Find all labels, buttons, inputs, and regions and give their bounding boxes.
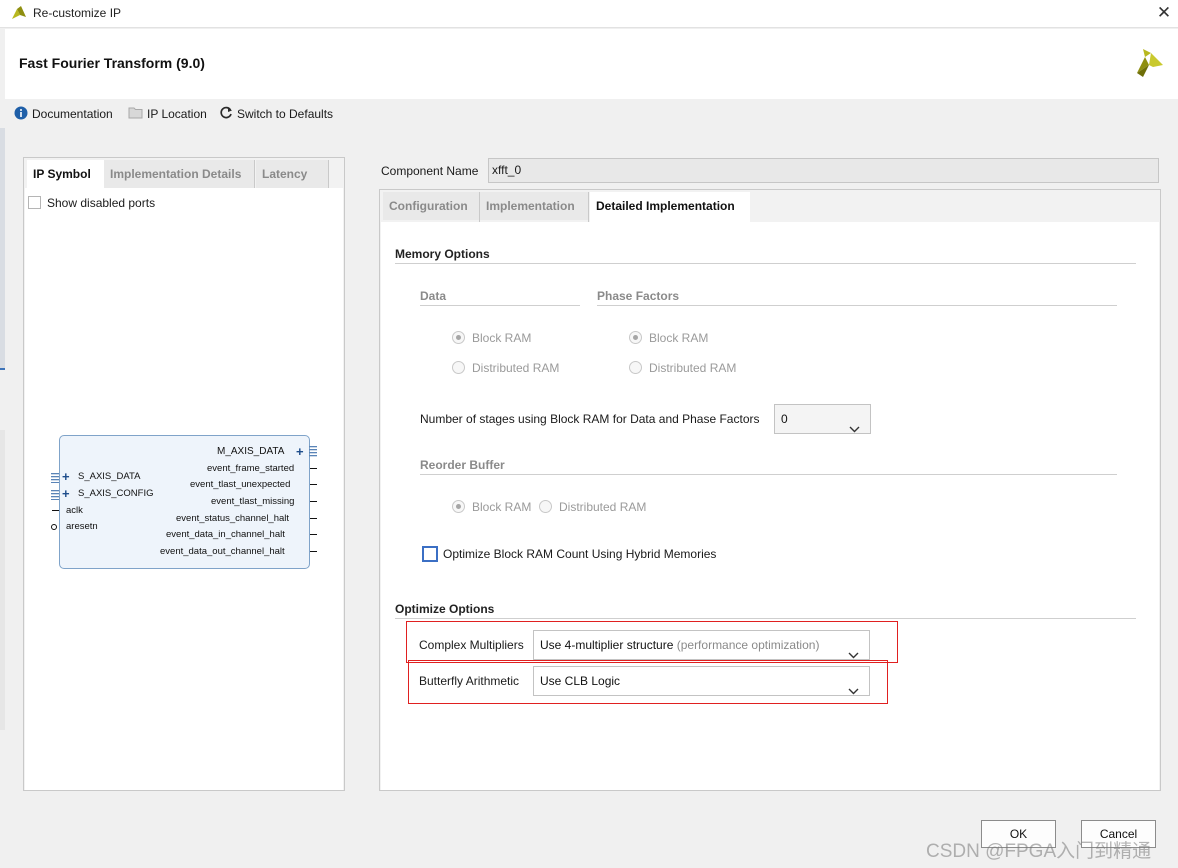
- background-window-edge: [0, 430, 5, 730]
- reorder-distributed-ram-radio[interactable]: [539, 500, 552, 513]
- port-pin: [310, 484, 317, 485]
- expand-icon[interactable]: +: [296, 445, 304, 458]
- refresh-icon: [219, 106, 233, 123]
- active-low-pin-icon: [51, 524, 57, 530]
- data-block-ram-radio[interactable]: [452, 331, 465, 344]
- documentation-label: Documentation: [32, 107, 113, 121]
- phase-distributed-ram-label: Distributed RAM: [649, 361, 737, 375]
- show-disabled-ports-checkbox[interactable]: [28, 196, 41, 209]
- port-pin: [310, 518, 317, 519]
- ip-location-button[interactable]: IP Location: [128, 105, 207, 123]
- show-disabled-ports-label: Show disabled ports: [47, 196, 156, 210]
- window-title: Re-customize IP: [33, 6, 122, 20]
- background-window-edge: [0, 368, 5, 370]
- info-icon: [14, 106, 28, 123]
- port-pin: [310, 534, 317, 535]
- phase-block-ram-label: Block RAM: [649, 331, 709, 345]
- title-bar: Re-customize IP ✕: [0, 0, 1178, 28]
- ip-location-label: IP Location: [147, 107, 207, 121]
- data-distributed-ram-radio[interactable]: [452, 361, 465, 374]
- hybrid-memories-checkbox[interactable]: [422, 546, 438, 562]
- port-label: event_data_in_channel_halt: [166, 529, 285, 540]
- tab-implementation-details[interactable]: Implementation Details: [104, 160, 254, 188]
- reorder-block-ram-radio[interactable]: [452, 500, 465, 513]
- memory-options-title: Memory Options: [395, 247, 490, 261]
- optimize-options-title: Optimize Options: [395, 602, 495, 616]
- background-window-edge: [0, 128, 5, 368]
- hybrid-memories-label: Optimize Block RAM Count Using Hybrid Me…: [443, 547, 717, 561]
- section-divider: [395, 263, 1136, 264]
- data-block-ram-label: Block RAM: [472, 331, 532, 345]
- phase-block-ram-radio[interactable]: [629, 331, 642, 344]
- tab-divider: [328, 160, 329, 188]
- bus-connector-icon: [51, 489, 59, 503]
- port-label: event_status_channel_halt: [176, 513, 290, 524]
- port-pin: [310, 468, 317, 469]
- reorder-distributed-ram-label: Distributed RAM: [559, 500, 647, 514]
- port-label: aresetn: [66, 521, 98, 532]
- phase-factors-title: Phase Factors: [597, 289, 680, 303]
- port-pin: [310, 551, 317, 552]
- tab-implementation[interactable]: Implementation: [480, 192, 588, 220]
- tab-detailed-implementation[interactable]: Detailed Implementation: [590, 192, 750, 222]
- port-label: aclk: [66, 505, 83, 516]
- chevron-down-icon: [849, 415, 860, 443]
- expand-icon[interactable]: +: [62, 487, 70, 500]
- section-divider: [420, 474, 1117, 475]
- phase-distributed-ram-radio[interactable]: [629, 361, 642, 374]
- brand-logo-icon: [1131, 43, 1167, 82]
- port-label: event_frame_started: [207, 463, 295, 474]
- tab-configuration[interactable]: Configuration: [383, 192, 479, 220]
- watermark-text: CSDN @FPGA入门到精通: [926, 841, 1152, 862]
- data-title: Data: [420, 289, 447, 303]
- switch-to-defaults-label: Switch to Defaults: [237, 107, 334, 121]
- component-name-label: Component Name: [381, 164, 479, 178]
- switch-to-defaults-button[interactable]: Switch to Defaults: [219, 105, 333, 123]
- reorder-buffer-title: Reorder Buffer: [420, 458, 505, 472]
- section-divider: [597, 305, 1117, 306]
- port-pin: [52, 510, 59, 511]
- port-label: M_AXIS_DATA: [217, 446, 285, 457]
- data-distributed-ram-label: Distributed RAM: [472, 361, 560, 375]
- port-label: event_tlast_unexpected: [190, 479, 291, 490]
- port-pin: [310, 501, 317, 502]
- bus-connector-icon: [51, 472, 59, 486]
- port-label: S_AXIS_DATA: [78, 471, 141, 482]
- component-name-input[interactable]: xfft_0: [488, 158, 1159, 183]
- page-title: Fast Fourier Transform (9.0): [19, 55, 205, 71]
- section-divider: [420, 305, 580, 306]
- dialog-header: Fast Fourier Transform (9.0): [5, 29, 1178, 99]
- bus-connector-icon: [309, 446, 317, 461]
- expand-icon[interactable]: +: [62, 470, 70, 483]
- tab-latency[interactable]: Latency: [256, 160, 328, 188]
- tab-divider: [254, 160, 255, 188]
- folder-icon: [128, 106, 143, 122]
- port-label: event_tlast_missing: [211, 496, 295, 507]
- port-label: S_AXIS_CONFIG: [78, 488, 154, 499]
- port-label: event_data_out_channel_halt: [160, 546, 285, 557]
- reorder-block-ram-label: Block RAM: [472, 500, 532, 514]
- tab-ip-symbol[interactable]: IP Symbol: [27, 160, 104, 188]
- app-logo-icon: [11, 5, 27, 24]
- close-button[interactable]: ✕: [1154, 2, 1174, 24]
- documentation-button[interactable]: Documentation: [14, 105, 113, 123]
- annotation-highlight-box: [408, 660, 888, 704]
- section-divider: [395, 618, 1136, 619]
- stages-label: Number of stages using Block RAM for Dat…: [420, 412, 760, 426]
- stages-value: 0: [781, 412, 788, 426]
- annotation-highlight-box: [406, 621, 898, 663]
- tab-divider: [588, 192, 589, 222]
- stages-select[interactable]: 0: [774, 404, 871, 434]
